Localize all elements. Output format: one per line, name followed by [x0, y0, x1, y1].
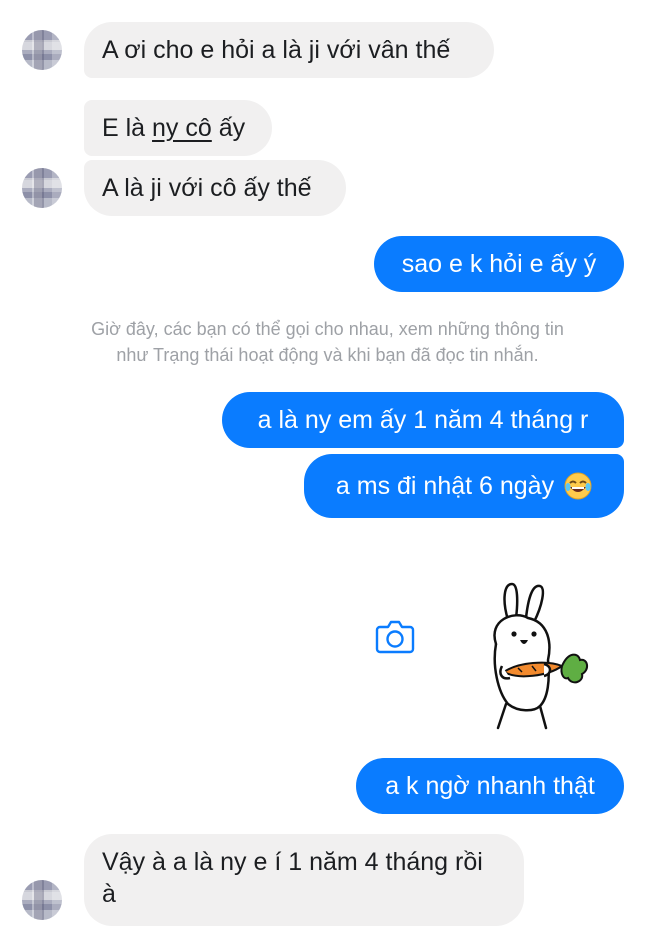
message-text: a k ngờ nhanh thật	[385, 772, 595, 800]
outgoing-message-bubble[interactable]: a là ny em ấy 1 năm 4 tháng r	[222, 392, 624, 448]
message-text-line: Vậy à a là ny e í 1 năm 4 tháng rồi	[102, 848, 483, 876]
incoming-message-bubble[interactable]: A ơi cho e hỏi a là ji với vân thế	[84, 22, 494, 78]
outgoing-message-bubble[interactable]: sao e k hỏi e ấy ý	[374, 236, 624, 292]
contact-avatar[interactable]	[22, 168, 62, 208]
contact-avatar[interactable]	[22, 30, 62, 70]
message-text: sao e k hỏi e ấy ý	[401, 250, 597, 278]
incoming-message-bubble[interactable]: E là ny cô ấy	[84, 100, 272, 156]
message-text: A ơi cho e hỏi a là ji với vân thế	[102, 36, 451, 64]
message-text: a là ny em ấy 1 năm 4 tháng r	[257, 406, 589, 434]
system-notice-line: Giờ đây, các bạn có thể gọi cho nhau, xe…	[91, 319, 564, 339]
contact-avatar[interactable]	[22, 880, 62, 920]
message-text: E là ny cô ấy	[102, 114, 246, 142]
underlined-text: ny cô	[152, 114, 212, 142]
system-notice: Giờ đây, các bạn có thể gọi cho nhau, xe…	[40, 316, 615, 368]
system-notice-line: như Trạng thái hoạt động và khi bạn đã đ…	[116, 345, 539, 365]
message-text: a ms đi nhật 6 ngày	[335, 472, 555, 500]
message-text-line: à	[102, 880, 116, 908]
rabbit-carrot-sticker[interactable]	[478, 580, 590, 730]
message-text: A là ji với cô ấy thế	[102, 174, 312, 202]
laughing-emoji-icon	[564, 472, 592, 500]
outgoing-message-bubble[interactable]: a ms đi nhật 6 ngày	[304, 454, 624, 518]
outgoing-message-bubble[interactable]: a k ngờ nhanh thật	[356, 758, 624, 814]
incoming-message-bubble[interactable]: Vậy à a là ny e í 1 năm 4 tháng rồi à	[84, 834, 524, 926]
incoming-message-bubble[interactable]: A là ji với cô ấy thế	[84, 160, 346, 216]
camera-icon[interactable]	[375, 618, 415, 654]
